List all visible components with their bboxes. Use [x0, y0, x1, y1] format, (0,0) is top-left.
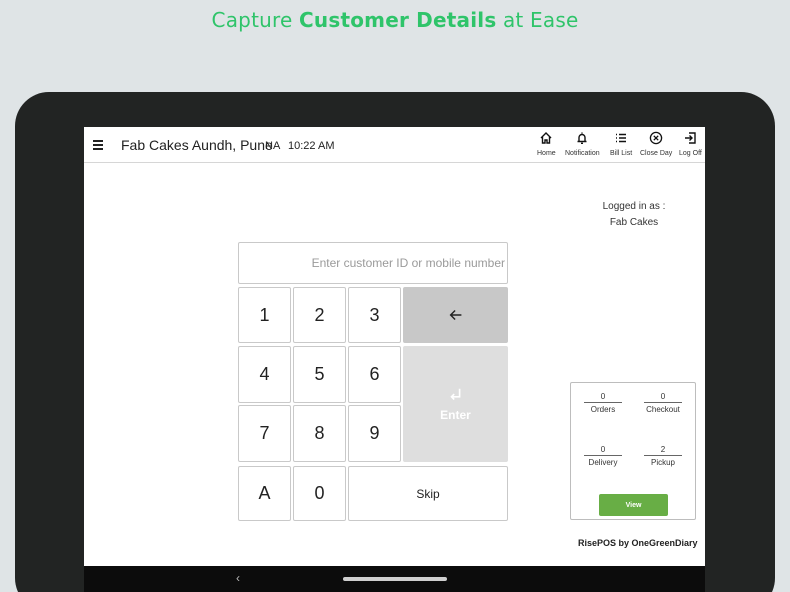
- stat-pickup[interactable]: 2 Pickup: [644, 445, 682, 467]
- headline: Capture Customer Details at Ease: [0, 8, 790, 32]
- app-screen: Fab Cakes Aundh, Pune NA 10:22 AM Home N…: [84, 127, 705, 592]
- headline-part-1: Capture: [211, 8, 300, 32]
- key-0[interactable]: 0: [293, 466, 346, 521]
- checkout-label: Checkout: [646, 405, 680, 414]
- system-nav-bar: ‹: [84, 566, 705, 592]
- nav-home-label: Home: [537, 150, 556, 157]
- stat-delivery[interactable]: 0 Delivery: [584, 445, 622, 467]
- logged-in-user: Fab Cakes: [609, 217, 659, 228]
- enter-key-label: Enter: [440, 408, 471, 422]
- logout-icon: [685, 132, 697, 144]
- hamburger-menu-icon[interactable]: [93, 140, 103, 150]
- brand-footer: RisePOS by OneGreenDiary: [578, 538, 698, 548]
- top-bar: Fab Cakes Aundh, Pune NA 10:22 AM Home N…: [84, 127, 705, 163]
- nav-log-off-button[interactable]: Log Off: [679, 131, 702, 157]
- nav-close-day-label: Close Day: [640, 150, 673, 157]
- key-6[interactable]: 6: [348, 346, 401, 403]
- clock-time: 10:22 AM: [288, 140, 335, 152]
- nav-notification-label: Notification: [565, 150, 600, 157]
- key-8[interactable]: 8: [293, 405, 346, 462]
- pickup-count: 2: [644, 445, 682, 456]
- back-chevron-icon[interactable]: ‹: [236, 571, 240, 585]
- nav-notification-button[interactable]: Notification: [565, 131, 600, 157]
- key-7[interactable]: 7: [238, 405, 291, 462]
- customer-id-input[interactable]: [238, 242, 508, 284]
- nav-close-day-button[interactable]: Close Day: [640, 131, 672, 157]
- key-1[interactable]: 1: [238, 287, 291, 343]
- nav-log-off-label: Log Off: [679, 150, 702, 157]
- close-circle-icon: [649, 131, 663, 145]
- backspace-key[interactable]: [403, 287, 508, 343]
- home-gesture-pill[interactable]: [343, 577, 447, 581]
- skip-button[interactable]: Skip: [348, 466, 508, 521]
- headline-part-2: at Ease: [496, 8, 579, 32]
- nav-bill-list-label: Bill List: [610, 150, 633, 157]
- pickup-label: Pickup: [650, 458, 675, 467]
- key-9[interactable]: 9: [348, 405, 401, 462]
- home-icon: [540, 132, 552, 144]
- key-5[interactable]: 5: [293, 346, 346, 403]
- nav-home-button[interactable]: Home: [537, 131, 556, 157]
- status-text: NA: [265, 140, 281, 152]
- arrow-left-icon: [449, 309, 461, 321]
- logged-in-caption: Logged in as :: [602, 201, 666, 212]
- orders-count: 0: [584, 392, 622, 403]
- store-name: Fab Cakes Aundh, Pune: [121, 137, 273, 153]
- logged-in-info: Logged in as : Fab Cakes: [584, 199, 684, 231]
- delivery-label: Delivery: [588, 458, 618, 467]
- key-3[interactable]: 3: [348, 287, 401, 343]
- checkout-count: 0: [644, 392, 682, 403]
- orders-label: Orders: [590, 405, 616, 414]
- key-4[interactable]: 4: [238, 346, 291, 403]
- key-2[interactable]: 2: [293, 287, 346, 343]
- list-icon: [616, 133, 627, 143]
- bell-icon: [577, 132, 587, 144]
- stat-orders[interactable]: 0 Orders: [584, 392, 622, 414]
- key-a[interactable]: A: [238, 466, 291, 521]
- nav-bill-list-button[interactable]: Bill List: [610, 131, 632, 157]
- order-stats-panel: 0 Orders 0 Checkout 0 Delivery 2 Pickup …: [570, 382, 696, 520]
- stat-checkout[interactable]: 0 Checkout: [644, 392, 682, 414]
- view-button[interactable]: View: [599, 494, 668, 516]
- delivery-count: 0: [584, 445, 622, 456]
- headline-bold: Customer Details: [299, 8, 497, 32]
- return-icon: [449, 388, 460, 401]
- enter-key[interactable]: Enter: [403, 346, 508, 462]
